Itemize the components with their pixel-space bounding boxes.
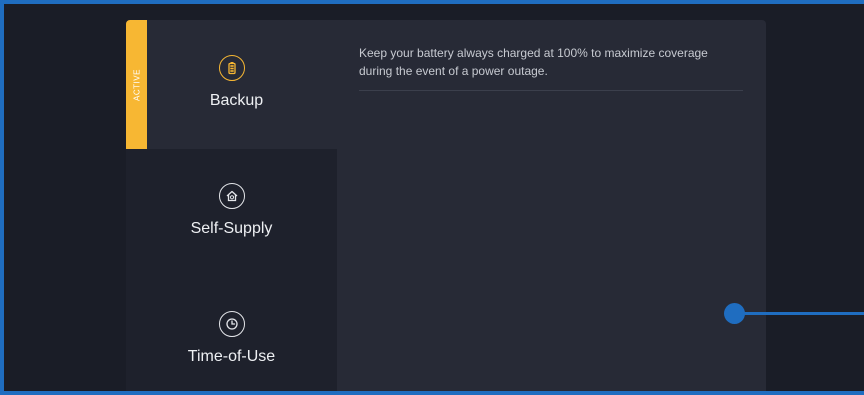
active-badge: ACTIVE xyxy=(132,68,141,101)
mode-item-time-of-use[interactable]: Time-of-Use xyxy=(126,277,337,391)
mode-description: Keep your battery always charged at 100%… xyxy=(359,46,708,78)
mode-settings-panel: ACTIVE Backup Self-Supply Time-of-Use Ke… xyxy=(126,20,766,391)
slider-handle[interactable] xyxy=(724,303,745,324)
mode-list: ACTIVE Backup Self-Supply Time-of-Use xyxy=(126,20,337,391)
divider xyxy=(359,90,743,91)
mode-item-self-supply[interactable]: Self-Supply xyxy=(126,149,337,277)
battery-icon xyxy=(218,55,245,81)
active-indicator: ACTIVE xyxy=(126,20,147,149)
clock-icon xyxy=(218,311,245,337)
mode-item-backup[interactable]: ACTIVE Backup xyxy=(126,20,337,149)
mode-label-time-of-use: Time-of-Use xyxy=(187,348,276,365)
home-icon xyxy=(218,183,245,209)
mode-label-self-supply: Self-Supply xyxy=(190,220,273,237)
mode-label-backup: Backup xyxy=(209,92,264,109)
slider-track[interactable] xyxy=(735,312,864,315)
